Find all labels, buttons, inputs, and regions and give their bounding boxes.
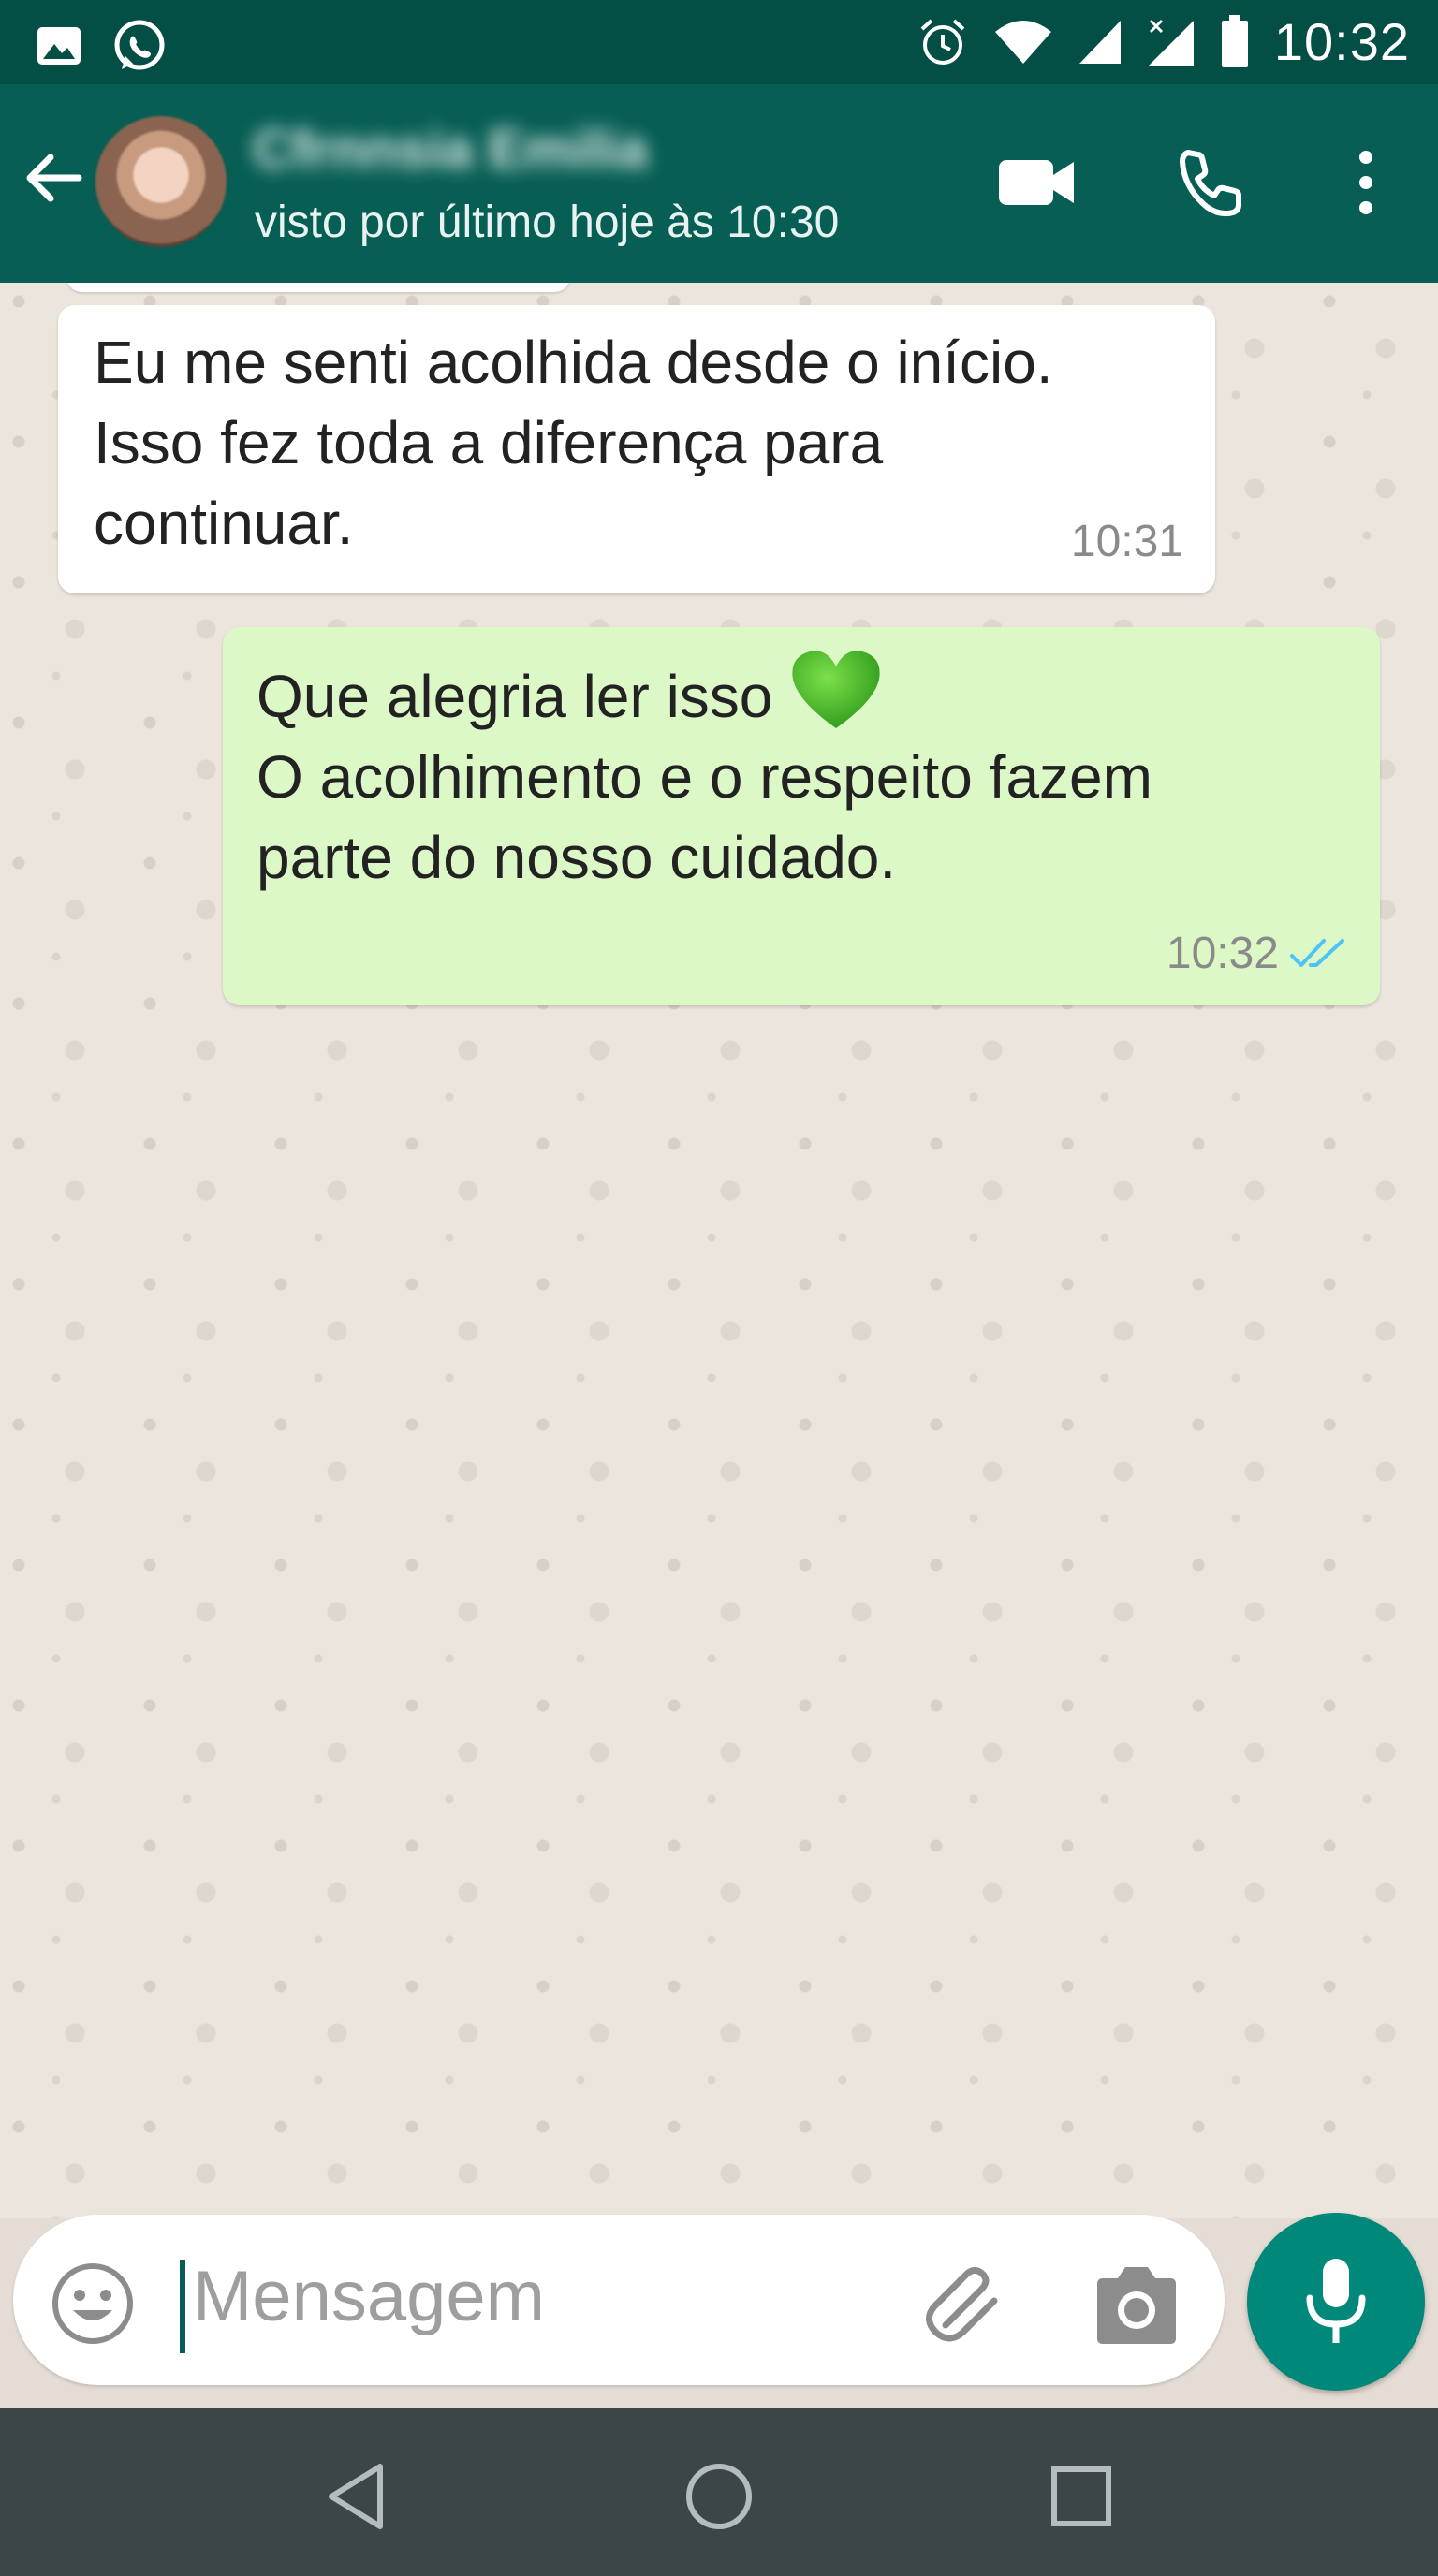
signal-x-icon	[1148, 19, 1194, 66]
arrow-back-icon	[26, 154, 82, 202]
incoming-message[interactable]: Eu me senti acolhida desde o início. Iss…	[58, 305, 1215, 593]
double-check-read-icon	[1290, 939, 1344, 967]
green-heart-emoji	[792, 651, 880, 728]
avatar[interactable]	[95, 116, 227, 247]
attachment-icon	[926, 2266, 998, 2342]
chat-area[interactable]: Eu me senti acolhida desde o início. Iss…	[0, 283, 1438, 2218]
more-vert-icon	[1359, 151, 1372, 214]
nav-recents-icon	[1051, 2466, 1111, 2526]
text-cursor	[180, 2260, 185, 2353]
nav-home-button[interactable]	[677, 2454, 761, 2539]
battery-icon	[1221, 14, 1248, 67]
message-time: 10:32	[1166, 929, 1279, 978]
back-button[interactable]	[17, 140, 92, 215]
gallery-icon	[37, 27, 81, 65]
voice-call-button[interactable]	[1168, 140, 1253, 225]
nav-home-icon	[686, 2464, 752, 2529]
nav-back-icon	[329, 2464, 383, 2529]
whatsapp-icon	[114, 20, 165, 70]
message-text: Eu me senti acolhida desde o início. Iss…	[94, 329, 1053, 557]
phone-icon	[1180, 150, 1241, 217]
status-bar: 10:32	[0, 0, 1438, 84]
attach-button[interactable]	[917, 2260, 1011, 2353]
wifi-icon	[994, 20, 1051, 64]
voice-message-button[interactable]	[1247, 2213, 1425, 2391]
video-call-button[interactable]	[994, 140, 1078, 225]
status-time: 10:32	[1273, 12, 1410, 71]
previous-message-edge	[66, 283, 571, 292]
message-time: 10:31	[1070, 517, 1183, 566]
chat-header: Cfrnnsia Emilia visto por último hoje às…	[0, 84, 1438, 283]
outgoing-message[interactable]: Que alegria ler isso O acolhimento e o r…	[223, 627, 1380, 1005]
system-navigation-bar	[0, 2408, 1438, 2576]
alarm-icon	[920, 19, 965, 65]
message-text: Que alegria ler isso O acolhimento e o r…	[257, 648, 1152, 898]
message-input[interactable]	[193, 2256, 895, 2337]
mic-icon	[1306, 2259, 1366, 2343]
camera-icon	[1097, 2267, 1176, 2344]
message-composer	[13, 2215, 1225, 2385]
more-options-button[interactable]	[1324, 140, 1408, 225]
camera-button[interactable]	[1090, 2263, 1183, 2348]
contact-name[interactable]: Cfrnnsia Emilia	[253, 118, 648, 181]
last-seen-status: visto por último hoje às 10:30	[255, 198, 840, 247]
message-line: Que alegria ler isso	[257, 663, 773, 730]
video-call-icon	[999, 160, 1074, 205]
message-body: O acolhimento e o respeito fazem parte d…	[257, 743, 1152, 891]
nav-back-button[interactable]	[315, 2454, 399, 2539]
nav-recents-button[interactable]	[1039, 2454, 1123, 2539]
signal-icon	[1078, 20, 1121, 64]
emoji-button[interactable]	[51, 2261, 135, 2346]
emoji-icon	[52, 2263, 133, 2344]
